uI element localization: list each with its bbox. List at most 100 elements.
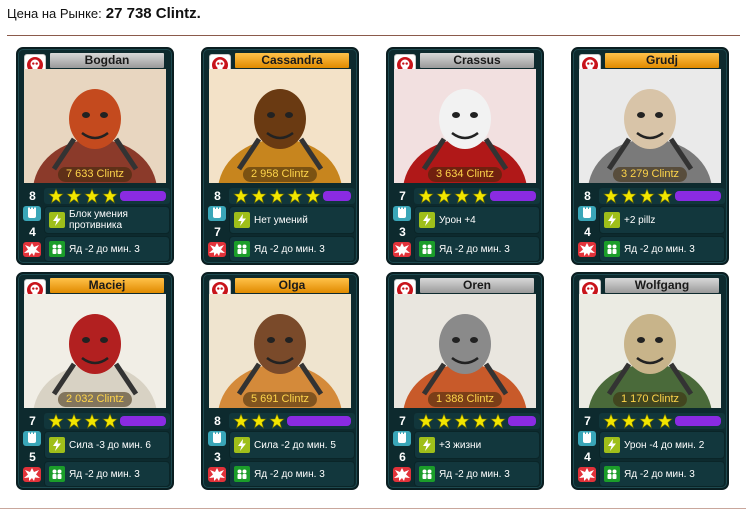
ability-box: Сила -2 до мин. 5 — [229, 431, 355, 459]
star-icon — [102, 188, 118, 204]
bonus-clan-icon — [604, 241, 620, 257]
ability-lightning-icon — [234, 212, 250, 228]
level-bar — [287, 416, 351, 426]
star-icon — [454, 188, 470, 204]
bonus-text: Яд -2 до мин. 3 — [254, 468, 325, 480]
stars-level — [44, 188, 170, 204]
ability-lightning-icon — [604, 212, 620, 228]
card-grudj[interactable]: Grudj 3 279 Clintz 8 4 +2 pillz Яд -2 до… — [571, 47, 729, 265]
card-name: Grudj — [605, 53, 719, 68]
bonus-text: Яд -2 до мин. 3 — [69, 468, 140, 480]
level-bar — [490, 191, 536, 201]
ability-text: Сила -3 до мин. 6 — [69, 439, 151, 451]
crassus-portrait — [394, 69, 536, 183]
card-cassandra[interactable]: Cassandra 2 958 Clintz 8 7 Нет умений Яд… — [201, 47, 359, 265]
wolfgang-portrait — [579, 294, 721, 408]
ability-text: Блок умения противника — [69, 209, 128, 231]
stars-level — [414, 188, 540, 204]
star-icon — [639, 188, 655, 204]
star-icon — [621, 413, 637, 429]
star-icon — [251, 188, 267, 204]
ability-text: +3 жизни — [439, 439, 482, 451]
ability-text: Нет умений — [254, 214, 308, 226]
power-fist-icon — [578, 206, 596, 221]
damage-burst-icon — [208, 242, 226, 257]
card-price: 3 279 Clintz — [612, 167, 688, 182]
bonus-text: Яд -2 до мин. 3 — [624, 468, 695, 480]
star-icon — [66, 188, 82, 204]
card-price: 2 032 Clintz — [57, 392, 133, 407]
damage-value: 5 — [29, 450, 36, 464]
power-fist-icon — [393, 206, 411, 221]
card-name: Crassus — [420, 53, 534, 68]
stars-level — [599, 413, 725, 429]
star-icon — [305, 188, 321, 204]
star-icon — [84, 413, 100, 429]
ability-text: Сила -2 до мин. 5 — [254, 439, 336, 451]
damage-value: 3 — [214, 450, 221, 464]
ability-lightning-icon — [604, 437, 620, 453]
damage-burst-icon — [393, 467, 411, 482]
footer-divider — [0, 508, 746, 509]
star-icon — [233, 413, 249, 429]
bonus-clan-icon — [419, 241, 435, 257]
level-bar — [508, 416, 536, 426]
bonus-clan-icon — [234, 466, 250, 482]
ability-box: Урон +4 — [414, 206, 540, 234]
olga-portrait — [209, 294, 351, 408]
card-name: Maciej — [50, 278, 164, 293]
card-wolfgang[interactable]: Wolfgang 1 170 Clintz 7 4 Урон -4 до мин… — [571, 272, 729, 490]
level-bar — [675, 416, 721, 426]
ability-box: Нет умений — [229, 206, 355, 234]
star-icon — [66, 413, 82, 429]
star-icon — [436, 413, 452, 429]
card-price: 3 634 Clintz — [427, 167, 503, 182]
level-bar — [120, 416, 166, 426]
power-value: 8 — [214, 414, 221, 428]
card-price: 1 388 Clintz — [427, 392, 503, 407]
star-icon — [657, 413, 673, 429]
level-bar — [120, 191, 166, 201]
bonus-clan-icon — [419, 466, 435, 482]
card-price: 2 958 Clintz — [242, 167, 318, 182]
ability-box: +3 жизни — [414, 431, 540, 459]
card-price: 7 633 Clintz — [57, 167, 133, 182]
bonus-box: Яд -2 до мин. 3 — [44, 461, 170, 487]
bonus-clan-icon — [234, 241, 250, 257]
damage-value: 6 — [399, 450, 406, 464]
stars-level — [44, 413, 170, 429]
bonus-box: Яд -2 до мин. 3 — [229, 461, 355, 487]
cassandra-portrait — [209, 69, 351, 183]
bonus-clan-icon — [49, 466, 65, 482]
bonus-text: Яд -2 до мин. 3 — [439, 468, 510, 480]
star-icon — [603, 413, 619, 429]
maciej-portrait — [24, 294, 166, 408]
bonus-box: Яд -2 до мин. 3 — [599, 461, 725, 487]
ability-box: Блок умения противника — [44, 206, 170, 234]
bonus-clan-icon — [49, 241, 65, 257]
bonus-clan-icon — [604, 466, 620, 482]
card-olga[interactable]: Olga 5 691 Clintz 8 3 Сила -2 до мин. 5 … — [201, 272, 359, 490]
star-icon — [454, 413, 470, 429]
card-price: 5 691 Clintz — [242, 392, 318, 407]
bonus-box: Яд -2 до мин. 3 — [229, 236, 355, 262]
star-icon — [436, 188, 452, 204]
power-fist-icon — [208, 431, 226, 446]
star-icon — [251, 413, 267, 429]
card-crassus[interactable]: Crassus 3 634 Clintz 7 3 Урон +4 Яд -2 д… — [386, 47, 544, 265]
card-bogdan[interactable]: Bogdan 7 633 Clintz 8 4 Блок умения прот… — [16, 47, 174, 265]
power-value: 7 — [29, 414, 36, 428]
card-oren[interactable]: Oren 1 388 Clintz 7 6 +3 жизни Яд -2 до … — [386, 272, 544, 490]
damage-burst-icon — [23, 242, 41, 257]
damage-value: 4 — [584, 450, 591, 464]
ability-text: Урон +4 — [439, 214, 476, 226]
bogdan-portrait — [24, 69, 166, 183]
ability-text: Урон -4 до мин. 2 — [624, 439, 705, 451]
card-maciej[interactable]: Maciej 2 032 Clintz 7 5 Сила -3 до мин. … — [16, 272, 174, 490]
star-icon — [269, 188, 285, 204]
card-name: Oren — [420, 278, 534, 293]
star-icon — [490, 413, 506, 429]
power-fist-icon — [23, 431, 41, 446]
card-name: Cassandra — [235, 53, 349, 68]
power-value: 7 — [584, 414, 591, 428]
